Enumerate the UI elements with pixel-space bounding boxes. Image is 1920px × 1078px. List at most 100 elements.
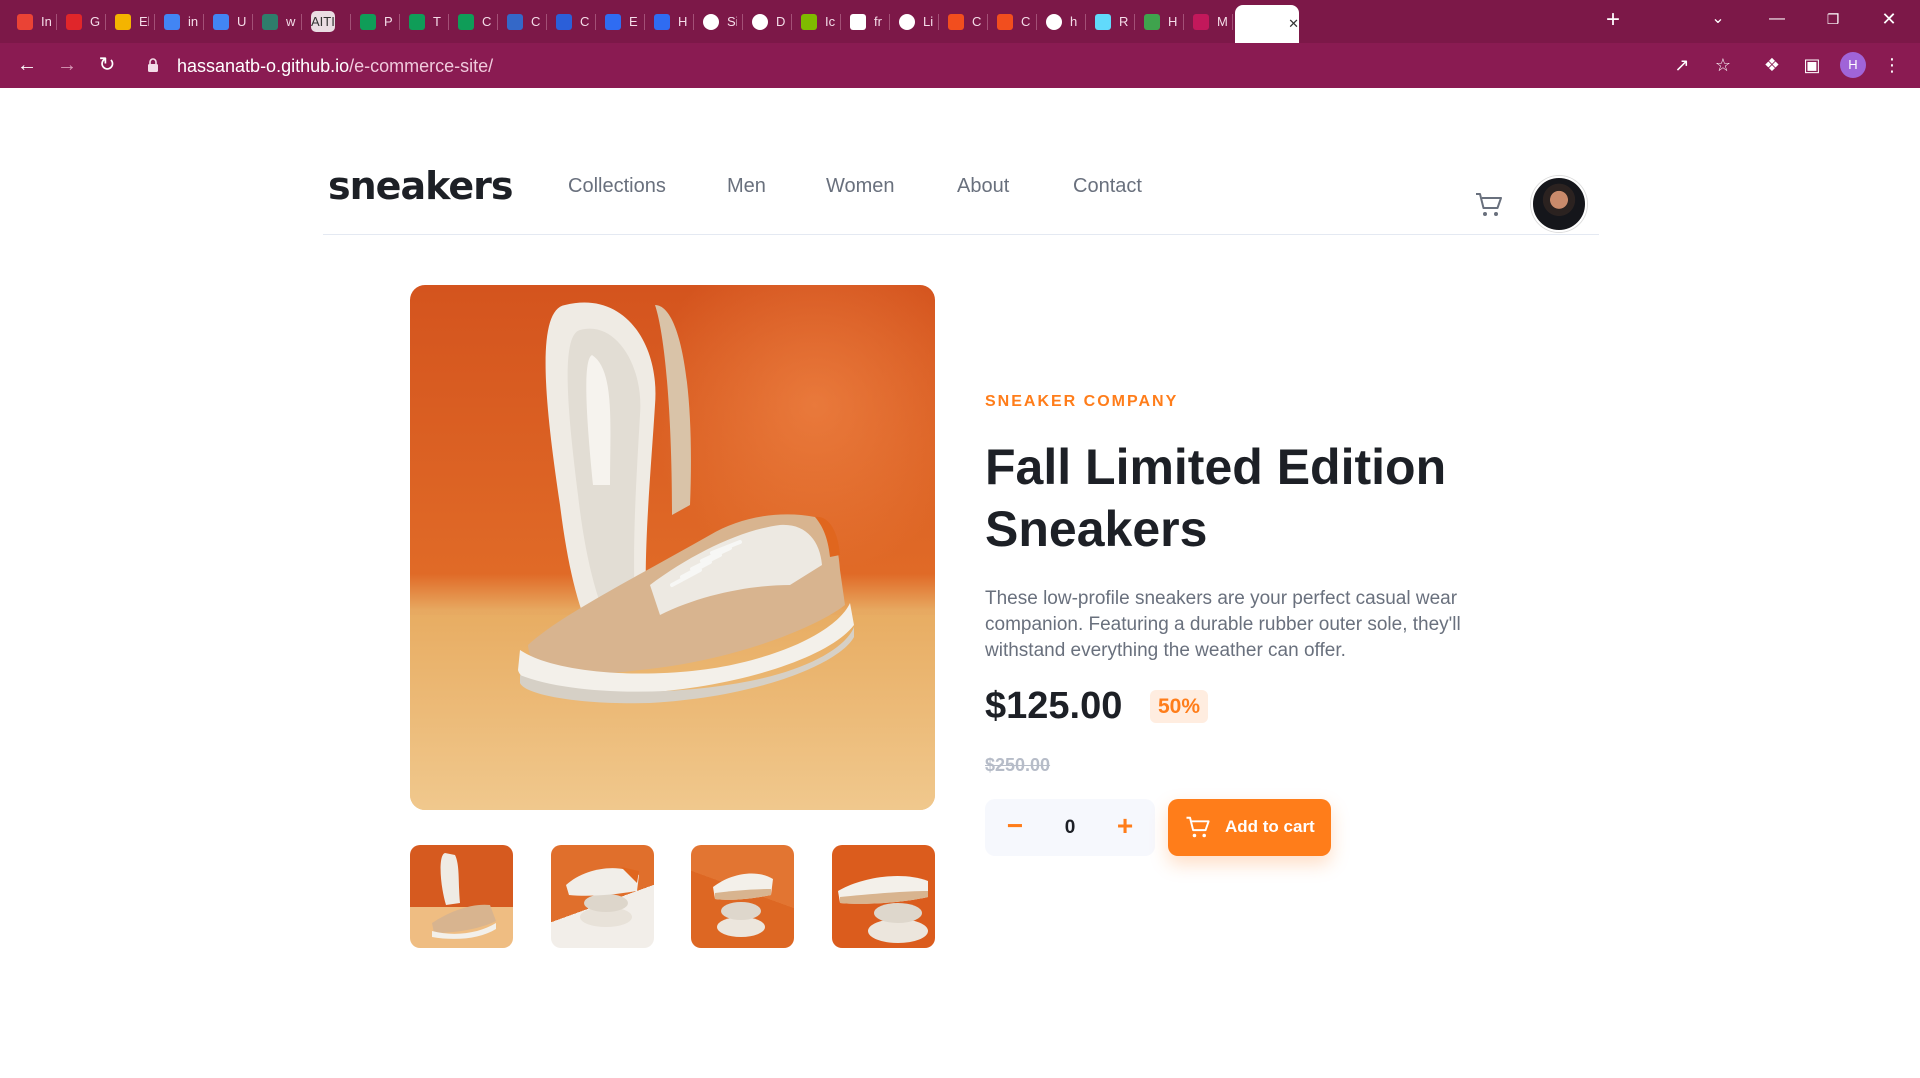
cart-icon [1186,816,1210,838]
new-tab-button[interactable]: + [1601,8,1625,33]
browser-tab[interactable]: C [547,6,596,37]
tab-title: C [580,14,590,29]
css-grid-icon [507,13,523,30]
browser-tab-strip: In G El in Uw AITI P T C C C E H Si D Ic fr Li C Ch R H M ✕ [0,0,1920,43]
bookmark-star-icon[interactable]: ☆ [1710,52,1736,78]
browser-tab[interactable]: C [498,6,547,37]
original-price: $250.00 [985,755,1051,775]
nav-about[interactable]: About [957,175,1009,198]
react-icon [1095,13,1111,30]
thumbnail-4[interactable] [832,845,935,948]
figma-icon [948,13,964,30]
quantity-stepper: − 0 + [985,799,1155,856]
browser-tab[interactable]: H [1135,6,1184,37]
browser-tab[interactable]: In [8,6,57,37]
nav-men[interactable]: Men [727,175,766,198]
address-bar[interactable]: hassanatb-o.github.io/e-commerce-site/ [139,50,1739,82]
tab-search-icon[interactable]: ⌄ [1703,7,1733,31]
tab-title: C [972,14,982,29]
globe-icon [752,13,768,30]
browser-tab[interactable]: El [106,6,155,37]
reload-icon[interactable]: ↻ [93,52,121,80]
nav-women[interactable]: Women [826,175,895,198]
thumbnail-3-sneaker [713,873,773,937]
url-host: hassanatb-o.github.io [177,56,350,76]
extensions-icon[interactable]: ❖ [1759,52,1785,78]
minimize-icon[interactable]: — [1762,7,1792,31]
browser-tab[interactable]: H [645,6,694,37]
back-icon[interactable]: ← [13,52,41,80]
gmail-icon [17,13,33,30]
tab-title: G [90,14,100,29]
heart-icon [1193,13,1209,30]
quantity-value: 0 [1064,817,1076,838]
docs-icon [213,13,229,30]
browser-tab[interactable]: D [743,6,792,37]
menu-icon[interactable]: ⋮ [1879,52,1905,78]
browser-tab[interactable]: AITI [302,6,351,37]
browser-tab[interactable]: ✕ [1235,5,1299,43]
tab-title: U [237,14,247,29]
browser-tab[interactable]: fr [841,6,890,37]
tab-title: R [1119,14,1129,29]
user-avatar[interactable] [1531,176,1587,232]
browser-tab[interactable]: Ic [792,6,841,37]
browser-tab[interactable]: G [57,6,106,37]
site-logo[interactable]: sneakers [328,164,513,208]
browser-tab[interactable]: U [204,6,253,37]
browser-tab[interactable]: E [596,6,645,37]
nav-contact[interactable]: Contact [1073,175,1142,198]
browser-tab[interactable]: Si [694,6,743,37]
browser-tab[interactable]: C [939,6,988,37]
thumbnail-3[interactable] [691,845,794,948]
tab-title: C [1021,14,1031,29]
share-icon[interactable]: ↗ [1669,52,1695,78]
cart-icon[interactable] [1475,192,1503,218]
company-name: SNEAKER COMPANY [985,393,1179,410]
tab-separator [1232,14,1233,30]
globe-icon [899,13,915,30]
browser-tab[interactable]: w [253,6,302,37]
a-icon [556,13,572,30]
increase-quantity-button[interactable]: + [1107,809,1143,845]
close-tab-icon[interactable]: ✕ [1288,16,1299,32]
discount-badge: 50% [1150,690,1209,723]
slides-icon [115,13,131,30]
profile-avatar[interactable]: H [1840,52,1866,78]
tab-title: El [139,14,149,29]
forward-icon[interactable]: → [53,52,81,80]
product-main-image[interactable] [410,285,935,810]
tab-title: P [384,14,393,29]
thumbnail-2-sneaker [566,867,639,927]
url-path: /e-commerce-site/ [349,56,494,76]
add-to-cart-button[interactable]: Add to cart [1168,799,1331,856]
url-text: hassanatb-o.github.io/e-commerce-site/ [177,50,493,82]
globe-icon [1046,13,1062,30]
browser-tab[interactable]: Li [890,6,939,37]
tab-title: Ic [825,14,835,29]
side-panel-icon[interactable]: ▣ [1799,52,1825,78]
browser-tab[interactable]: h [1037,6,1086,37]
nav-collections[interactable]: Collections [568,175,666,198]
close-window-icon[interactable]: ✕ [1874,7,1904,31]
restore-icon[interactable]: ❐ [1818,7,1848,31]
globe-icon [703,13,719,30]
thumbnail-2[interactable] [551,845,654,948]
tab-title: H [678,14,688,29]
browser-tab[interactable]: M [1184,6,1233,37]
browser-tab[interactable]: P [351,6,400,37]
decrease-quantity-button[interactable]: − [997,809,1033,845]
page-content: sneakers Collections Men Women About Con… [0,88,1920,1078]
product-title: Fall Limited Edition Sneakers [985,439,1447,557]
tab-title: Li [923,14,933,29]
browser-tab[interactable]: T [400,6,449,37]
product-description: These low-profile sneakers are your perf… [985,588,1461,661]
browser-tab[interactable]: C [988,6,1037,37]
tab-title: D [776,14,786,29]
aiti-icon: AITI [311,11,335,32]
browser-tab[interactable]: in [155,6,204,37]
thumbnail-1[interactable] [410,845,513,948]
tab-title: T [433,14,441,29]
browser-tab[interactable]: R [1086,6,1135,37]
browser-tab[interactable]: C [449,6,498,37]
